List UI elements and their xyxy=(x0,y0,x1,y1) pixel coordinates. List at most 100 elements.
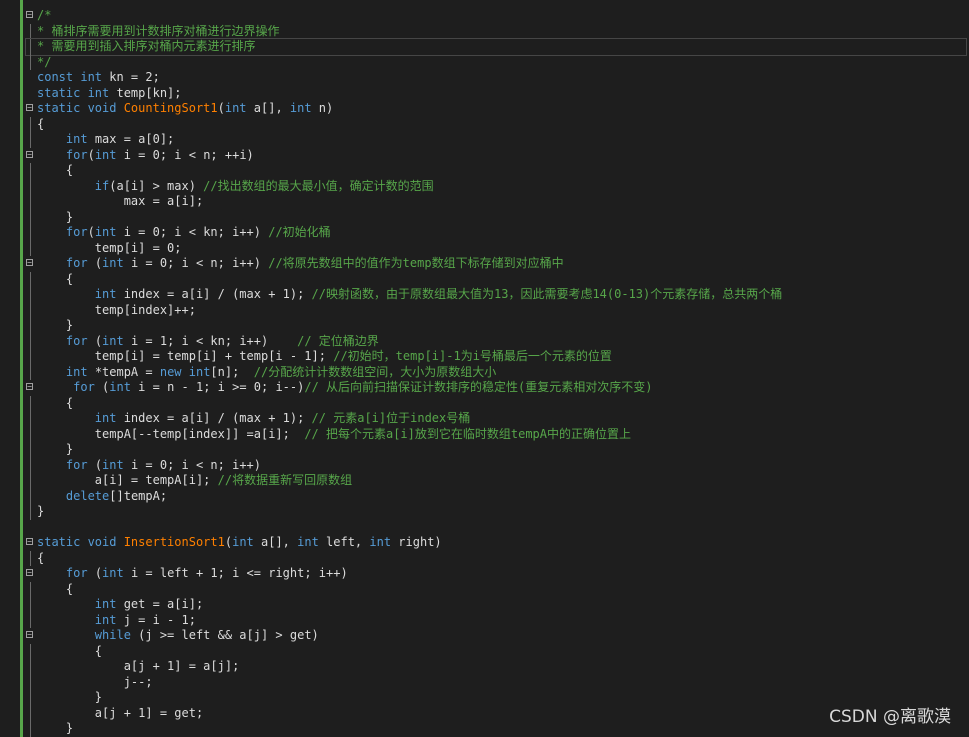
code-line[interactable]: } xyxy=(26,442,966,458)
fold-guide xyxy=(30,240,31,256)
code-text: a[j + 1] = a[j]; xyxy=(37,659,240,675)
code-token: j--; xyxy=(37,674,153,689)
code-line[interactable]: } xyxy=(26,209,966,225)
code-token: } xyxy=(37,442,74,456)
code-token: right) xyxy=(398,535,442,549)
code-line[interactable]: { xyxy=(26,271,966,287)
code-token: { xyxy=(37,643,103,658)
code-text: int *tempA = new int[n]; //分配统计计数数组空间，大小… xyxy=(37,365,496,381)
fold-guide xyxy=(30,271,31,287)
code-line[interactable]: − static void InsertionSort1(int a[], int… xyxy=(26,535,966,551)
code-line[interactable]: temp[i] = temp[i] + temp[i - 1]; //初始时，t… xyxy=(26,349,966,365)
code-line[interactable]: j--; xyxy=(26,674,966,690)
code-token: for xyxy=(73,380,103,394)
code-line[interactable]: int index = a[i] / (max + 1); //映射函数，由于原… xyxy=(26,287,966,303)
code-line[interactable]: a[j + 1] = a[j]; xyxy=(26,659,966,675)
code-token: // 把每个元素a[i]放到它在临时数组tempA中的正确位置上 xyxy=(304,426,632,441)
code-token: ( xyxy=(94,566,103,580)
code-token: } xyxy=(37,318,74,332)
code-token: j = i - 1; xyxy=(123,612,196,627)
code-token: a[i] = tempA[i]; xyxy=(37,473,218,487)
code-line[interactable]: */ xyxy=(26,54,966,70)
code-line[interactable]: { xyxy=(26,116,966,132)
code-line[interactable]: { xyxy=(26,643,966,659)
code-token: i = 0; i < kn; i++) xyxy=(123,225,269,239)
code-token: ( xyxy=(224,535,233,549)
code-line[interactable]: a[j + 1] = get; xyxy=(26,705,966,721)
code-editor[interactable]: −/* * 桶排序需要用到计数排序对桶进行边界操作 * 需要用到插入排序对桶内元素进… xyxy=(0,0,969,737)
code-token: index = a[i] / (max + 1); xyxy=(123,411,312,425)
code-line[interactable]: { xyxy=(26,163,966,179)
fold-guide xyxy=(30,690,31,706)
code-line[interactable]: − for (int i = left + 1; i <= right; i++… xyxy=(26,566,966,582)
code-line[interactable]: { xyxy=(26,581,966,597)
code-line[interactable]: static int temp[kn]; xyxy=(26,86,966,102)
code-line[interactable]: temp[i] = 0; xyxy=(26,240,966,256)
code-line[interactable]: − static void CountingSort1(int a[], int … xyxy=(26,101,966,117)
code-line[interactable]: temp[index]++; xyxy=(26,302,966,318)
code-line[interactable]: for (int i = 1; i < kn; i++) // 定位桶边界 xyxy=(26,333,966,349)
fold-guide xyxy=(30,54,31,70)
code-line[interactable]: − for (int i = 0; i < n; i++) //将原先数组中的值… xyxy=(26,256,966,272)
code-token: // 定位桶边界 xyxy=(297,333,379,348)
fold-collapse-icon[interactable]: − xyxy=(26,569,33,577)
code-line[interactable]: } xyxy=(26,690,966,706)
code-token: //将原先数组中的值作为temp数组下标存储到对应桶中 xyxy=(268,256,564,270)
fold-guide xyxy=(30,442,31,458)
code-line[interactable]: { xyxy=(26,395,966,411)
code-area[interactable]: −/* * 桶排序需要用到计数排序对桶进行边界操作 * 需要用到插入排序对桶内元素进… xyxy=(25,8,967,737)
code-line[interactable]: int *tempA = new int[n]; //分配统计计数数组空间，大小… xyxy=(26,364,966,381)
code-line[interactable]: delete[]tempA; xyxy=(26,488,966,504)
code-token: int xyxy=(232,535,261,549)
fold-guide xyxy=(30,581,31,597)
code-token: int xyxy=(224,101,254,115)
code-line[interactable]: for (int i = 0; i < n; i++) xyxy=(26,457,966,473)
code-line[interactable]: * 桶排序需要用到计数排序对桶进行边界操作 xyxy=(26,23,966,39)
code-token: */ xyxy=(37,54,52,69)
fold-guide xyxy=(30,333,31,349)
code-line[interactable]: } xyxy=(26,318,966,334)
code-token: int xyxy=(94,597,124,611)
code-line[interactable] xyxy=(26,520,966,536)
code-line[interactable]: } xyxy=(26,504,966,520)
code-line[interactable]: int j = i - 1; xyxy=(26,612,966,628)
code-token: index = a[i] / (max + 1); xyxy=(123,287,312,301)
code-text: } xyxy=(37,442,73,458)
fold-collapse-icon[interactable]: − xyxy=(26,150,33,158)
code-line[interactable]: * 需要用到插入排序对桶内元素进行排序 xyxy=(25,38,967,56)
code-token: ( xyxy=(217,101,225,115)
code-line[interactable]: −/* xyxy=(26,8,966,24)
code-line[interactable]: const int kn = 2; xyxy=(26,70,966,86)
fold-collapse-icon[interactable]: − xyxy=(26,11,33,19)
fold-collapse-icon[interactable]: − xyxy=(26,631,33,639)
fold-guide xyxy=(30,705,31,721)
fold-guide xyxy=(30,659,31,675)
code-line[interactable]: max = a[i]; xyxy=(26,194,966,210)
code-line[interactable]: a[i] = tempA[i]; //将数据重新写回原数组 xyxy=(26,473,966,489)
code-line[interactable]: tempA[--temp[index]] =a[i]; // 把每个元素a[i]… xyxy=(26,426,966,443)
code-line[interactable]: for(int i = 0; i < kn; i++) //初始化桶 xyxy=(26,225,966,241)
code-line[interactable]: int get = a[i]; xyxy=(26,597,966,613)
code-line[interactable]: − for (int i = n - 1; i >= 0; i--)// 从后向… xyxy=(26,380,966,396)
code-text: } xyxy=(37,690,102,706)
fold-collapse-icon[interactable]: − xyxy=(26,538,33,546)
code-line[interactable]: } xyxy=(26,721,966,737)
code-line[interactable]: int max = a[0]; xyxy=(26,132,966,148)
fold-collapse-icon[interactable]: − xyxy=(26,259,33,267)
code-token: InsertionSort1 xyxy=(123,535,225,549)
fold-collapse-icon[interactable]: − xyxy=(26,383,33,391)
code-text: tempA[--temp[index]] =a[i]; // 把每个元素a[i]… xyxy=(37,427,631,443)
code-line[interactable]: − while (j >= left && a[j] > get) xyxy=(26,628,966,644)
code-line[interactable]: int index = a[i] / (max + 1); // 元素a[i]位… xyxy=(26,411,966,427)
code-line[interactable]: if(a[i] > max) //找出数组的最大最小值，确定计数的范围 xyxy=(26,178,966,194)
code-line[interactable]: { xyxy=(26,550,966,566)
code-token: int xyxy=(109,380,139,394)
code-line[interactable]: − for(int i = 0; i < n; ++i) xyxy=(26,148,966,164)
fold-collapse-icon[interactable]: − xyxy=(26,104,33,112)
